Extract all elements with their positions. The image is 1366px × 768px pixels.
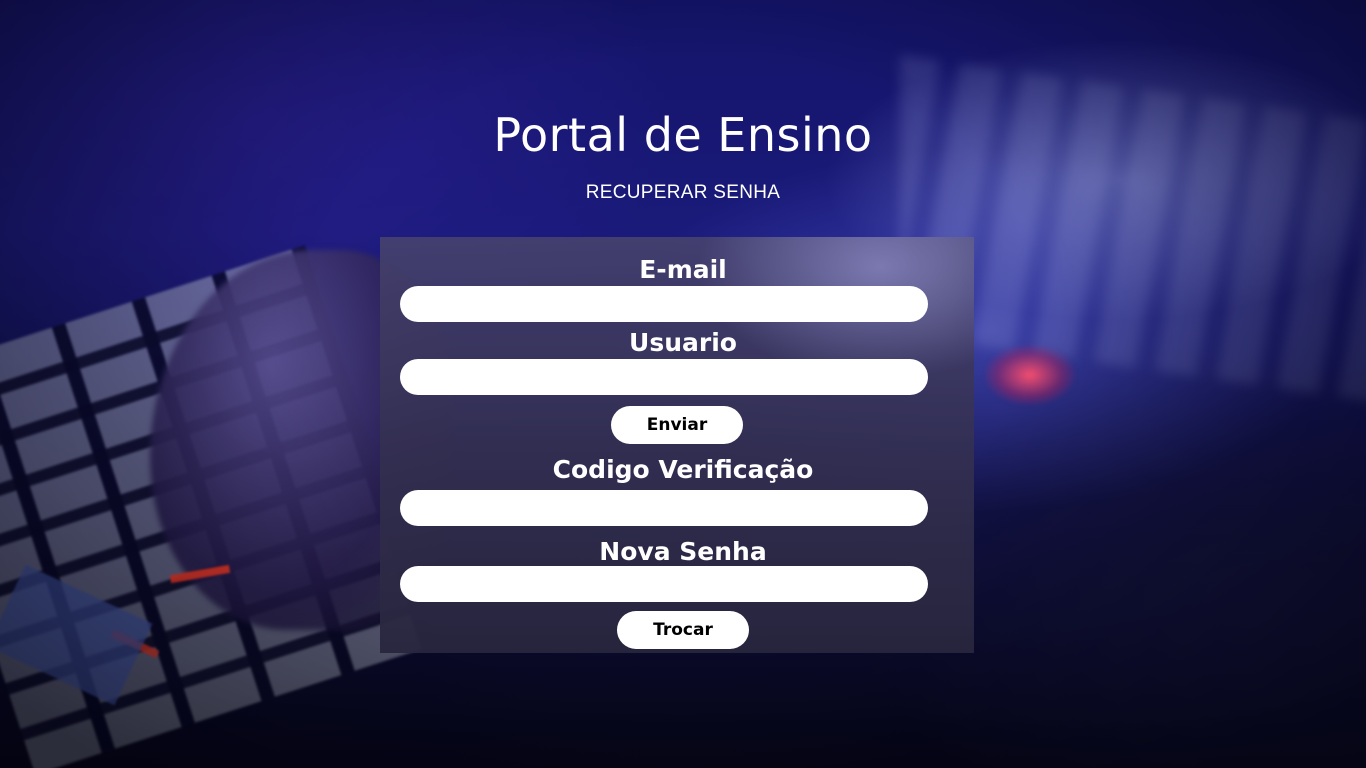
page-title: Portal de Ensino	[493, 108, 873, 162]
email-field[interactable]	[400, 286, 928, 322]
codigo-verificacao-field[interactable]	[400, 490, 928, 526]
send-button[interactable]: Enviar	[611, 406, 743, 444]
usuario-field[interactable]	[400, 359, 928, 395]
nova-senha-field[interactable]	[400, 566, 928, 602]
change-password-button[interactable]: Trocar	[617, 611, 749, 649]
codigo-verificacao-label: Codigo Verificação	[552, 455, 814, 484]
page-subtitle: RECUPERAR SENHA	[585, 182, 781, 203]
usuario-label: Usuario	[629, 328, 737, 357]
email-label: E-mail	[639, 255, 727, 284]
nova-senha-label: Nova Senha	[599, 537, 767, 566]
recover-password-form: E-mail Usuario Enviar Codigo Verificação…	[380, 237, 974, 653]
